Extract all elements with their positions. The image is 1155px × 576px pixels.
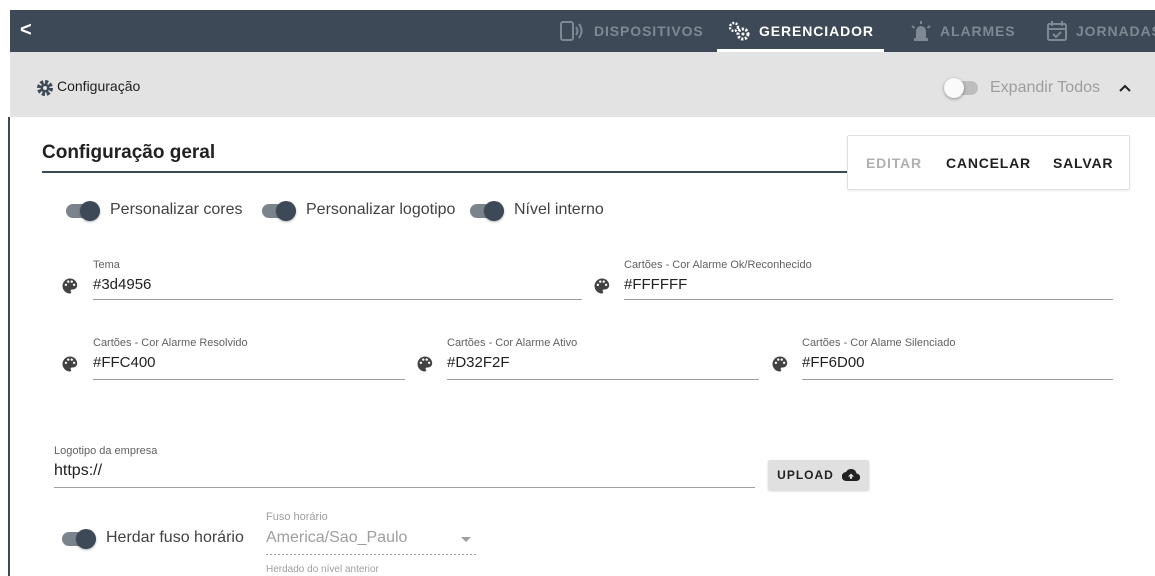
edit-button[interactable]: EDITAR xyxy=(866,136,922,191)
toggle-track xyxy=(262,201,296,221)
gears-icon xyxy=(728,21,750,41)
tab-jornadas[interactable]: JORNADAS xyxy=(1046,10,1155,52)
switch-label: Personalizar cores xyxy=(110,201,243,218)
action-bar: EDITAR CANCELAR SALVAR xyxy=(847,135,1130,190)
tab-gerenciador[interactable]: GERENCIADOR xyxy=(717,10,884,52)
logo-field-label: Logotipo da empresa xyxy=(54,445,158,457)
palette-icon xyxy=(62,356,78,372)
left-accent-line xyxy=(8,117,10,576)
resolved-color-field[interactable]: #FFC400 xyxy=(93,354,156,371)
resolved-color-field-label: Cartões - Cor Alarme Resolvido xyxy=(93,337,248,349)
upload-label: UPLOAD xyxy=(777,468,834,482)
card-title: Configuração geral xyxy=(42,142,216,163)
toggle-knob xyxy=(80,201,100,221)
tab-dispositivos[interactable]: DISPOSITIVOS xyxy=(560,10,704,52)
palette-icon xyxy=(417,356,433,372)
toggle-knob xyxy=(484,201,504,221)
upload-button[interactable]: UPLOAD xyxy=(768,460,869,490)
gear-icon xyxy=(37,80,53,96)
chevron-up-icon[interactable] xyxy=(1118,82,1132,94)
theme-field[interactable]: #3d4956 xyxy=(93,276,151,293)
active-color-field[interactable]: #D32F2F xyxy=(447,354,510,371)
logo-field[interactable]: https:// xyxy=(54,462,102,480)
active-color-field-label: Cartões - Cor Alarme Ativo xyxy=(447,337,578,349)
switch-label: Personalizar logotipo xyxy=(306,201,456,218)
calendar-check-icon xyxy=(1047,21,1067,41)
title-underline xyxy=(42,171,848,173)
tab-label: GERENCIADOR xyxy=(759,23,874,39)
back-button[interactable]: < xyxy=(20,10,50,52)
expand-all-label: Expandir Todos xyxy=(990,79,1100,96)
alarm-light-icon xyxy=(911,21,931,41)
toggle-knob xyxy=(76,529,96,549)
palette-icon xyxy=(772,356,788,372)
logo-field-underline xyxy=(54,487,755,488)
timezone-hint: Herdado do nível anterior xyxy=(266,564,379,575)
switch-nivel-interno[interactable] xyxy=(470,201,504,221)
section-header[interactable] xyxy=(10,52,1155,117)
cloud-upload-icon xyxy=(841,469,860,482)
switch-personalizar-logotipo[interactable] xyxy=(262,201,296,221)
toggle-track xyxy=(66,201,100,221)
tab-alarmes[interactable]: ALARMES xyxy=(910,10,1016,52)
timezone-field-label: Fuso horário xyxy=(266,511,328,523)
ok-color-field-underline xyxy=(624,299,1113,300)
switch-personalizar-cores[interactable] xyxy=(66,201,100,221)
top-nav-bar: < DISPOSITIVOS GERENCIADOR ALARMES JORNA… xyxy=(10,10,1155,52)
toggle-track xyxy=(944,78,978,98)
theme-field-label: Tema xyxy=(93,259,120,271)
tab-label: DISPOSITIVOS xyxy=(594,23,704,39)
theme-field-underline xyxy=(93,299,582,300)
silenced-color-field-label: Cartões - Cor Alame Silenciado xyxy=(802,337,956,349)
tab-label: JORNADAS xyxy=(1076,23,1155,39)
ok-color-field-label: Cartões - Cor Alarme Ok/Reconhecido xyxy=(624,259,812,271)
palette-icon xyxy=(594,278,610,294)
toggle-track xyxy=(470,201,504,221)
section-title: Configuração xyxy=(57,78,141,94)
active-color-field-underline xyxy=(447,379,759,380)
timezone-select[interactable]: America/Sao_Paulo xyxy=(266,529,407,547)
toggle-knob xyxy=(276,201,296,221)
switch-inherit-timezone[interactable] xyxy=(62,529,96,549)
save-button[interactable]: SALVAR xyxy=(1053,136,1113,191)
resolved-color-field-underline xyxy=(93,379,405,380)
timezone-select-underline xyxy=(266,554,478,555)
silenced-color-field[interactable]: #FF6D00 xyxy=(802,354,865,371)
ok-color-field[interactable]: #FFFFFF xyxy=(624,276,687,293)
toggle-track xyxy=(62,529,96,549)
switch-label: Nível interno xyxy=(514,201,604,218)
palette-icon xyxy=(62,278,78,294)
toggle-knob xyxy=(944,78,964,98)
device-icon xyxy=(560,21,583,41)
expand-all-toggle[interactable] xyxy=(944,78,978,98)
switch-label: Herdar fuso horário xyxy=(106,529,244,546)
cancel-button[interactable]: CANCELAR xyxy=(946,136,1031,191)
silenced-color-field-underline xyxy=(802,379,1113,380)
dropdown-arrow-icon[interactable] xyxy=(461,537,471,543)
tab-label: ALARMES xyxy=(940,23,1016,39)
